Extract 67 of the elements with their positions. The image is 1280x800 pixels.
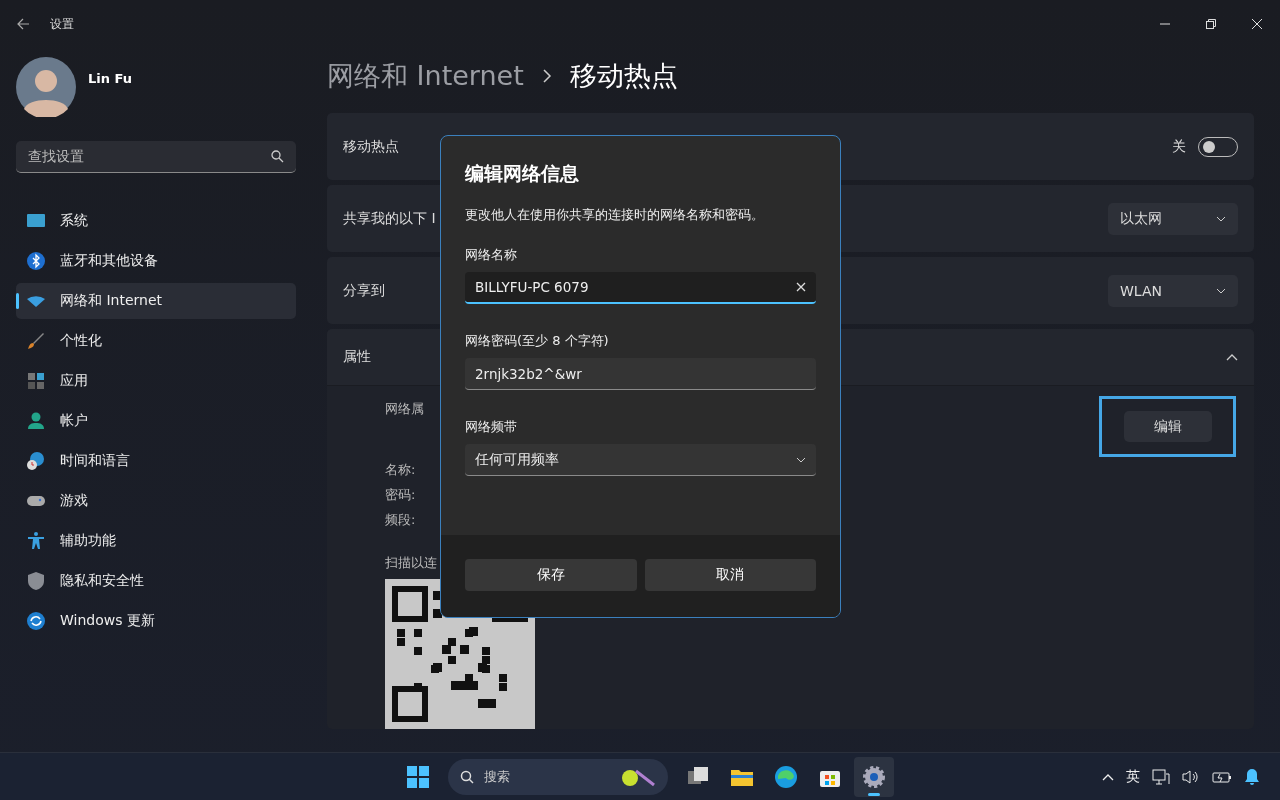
window-title: 设置 (50, 15, 74, 33)
taskbar-search-field[interactable]: 搜索 (448, 759, 668, 795)
nav-item[interactable]: 时间和语言 (16, 443, 296, 479)
ime-indicator[interactable]: 英 (1126, 767, 1140, 786)
windows-logo-icon (407, 766, 429, 788)
user-name: Lin Fu (88, 70, 132, 86)
chevron-up-icon[interactable] (1226, 353, 1238, 361)
section-title: 属性 (343, 348, 371, 366)
nav-item[interactable]: 游戏 (16, 483, 296, 519)
close-icon (1252, 19, 1262, 29)
search-icon (460, 770, 474, 784)
volume-icon[interactable] (1182, 768, 1200, 785)
nav-item[interactable]: 隐私和安全性 (16, 563, 296, 599)
select-field[interactable]: 任何可用频率 (465, 444, 816, 476)
caret-icon (1216, 215, 1226, 222)
nav-item[interactable]: 辅助功能 (16, 523, 296, 559)
accessibility-icon (26, 531, 46, 551)
input-field[interactable]: BILLYFU-PC 6079 (465, 272, 816, 304)
nav-item[interactable]: 蓝牙和其他设备 (16, 243, 296, 279)
clear-icon[interactable] (796, 282, 806, 292)
dialog-title: 编辑网络信息 (465, 161, 580, 186)
caret-icon (796, 456, 806, 463)
bell-icon[interactable] (1244, 767, 1260, 786)
breadcrumb-link[interactable]: 网络和 Internet (327, 57, 524, 94)
gear-icon[interactable] (862, 765, 886, 789)
nav-item[interactable]: 应用 (16, 363, 296, 399)
search-icon (271, 150, 284, 163)
network-icon[interactable] (1152, 768, 1170, 785)
toggle-state-label: 关 (1172, 137, 1186, 156)
nav-item[interactable]: Windows 更新 (16, 603, 296, 639)
nav-item[interactable]: 系统 (16, 203, 296, 239)
caret-icon (1216, 287, 1226, 294)
setting-label: 移动热点 (343, 137, 399, 156)
nav-item[interactable]: 网络和 Internet (16, 283, 296, 319)
shield-icon (26, 571, 46, 591)
dropdown[interactable]: WLAN (1108, 274, 1238, 307)
section-label: 网络属 (385, 400, 424, 418)
dialog-button[interactable]: 保存 (465, 559, 637, 591)
browser-icon[interactable] (774, 765, 798, 789)
edit-button[interactable]: 编辑 (1123, 411, 1212, 442)
field-label: 网络名称 (465, 246, 518, 264)
chevron-right-icon (541, 67, 552, 84)
restore-icon (1206, 19, 1216, 29)
nav-item[interactable]: 个性化 (16, 323, 296, 359)
search-field[interactable]: 查找设置 (16, 141, 296, 173)
dialog-description: 更改他人在使用你共享的连接时的网络名称和密码。 (465, 207, 765, 224)
apps-icon (26, 371, 46, 391)
field-label: 网络频带 (465, 418, 518, 436)
person-icon (26, 411, 46, 431)
brush-icon (26, 331, 46, 351)
qr-caption: 扫描以连 (385, 554, 437, 572)
setting-label: 共享我的以下 I (343, 209, 436, 228)
dropdown[interactable]: 以太网 (1108, 202, 1238, 235)
property-label: 名称: (385, 461, 416, 479)
page-title: 移动热点 (569, 58, 678, 93)
dialog-button[interactable]: 取消 (644, 559, 816, 591)
input-field[interactable]: 2rnjk32b2^&wr (465, 358, 816, 390)
back-icon[interactable] (16, 17, 30, 31)
globe-clock-icon (26, 451, 46, 471)
setting-label: 分享到 (343, 281, 385, 300)
field-label: 网络密码(至少 8 个字符) (465, 332, 610, 350)
bluetooth-icon (26, 251, 46, 271)
nav-item[interactable]: 帐户 (16, 403, 296, 439)
update-icon (26, 611, 46, 631)
property-label: 频段: (385, 511, 416, 529)
avatar[interactable] (16, 57, 76, 117)
property-label: 密码: (385, 486, 416, 504)
